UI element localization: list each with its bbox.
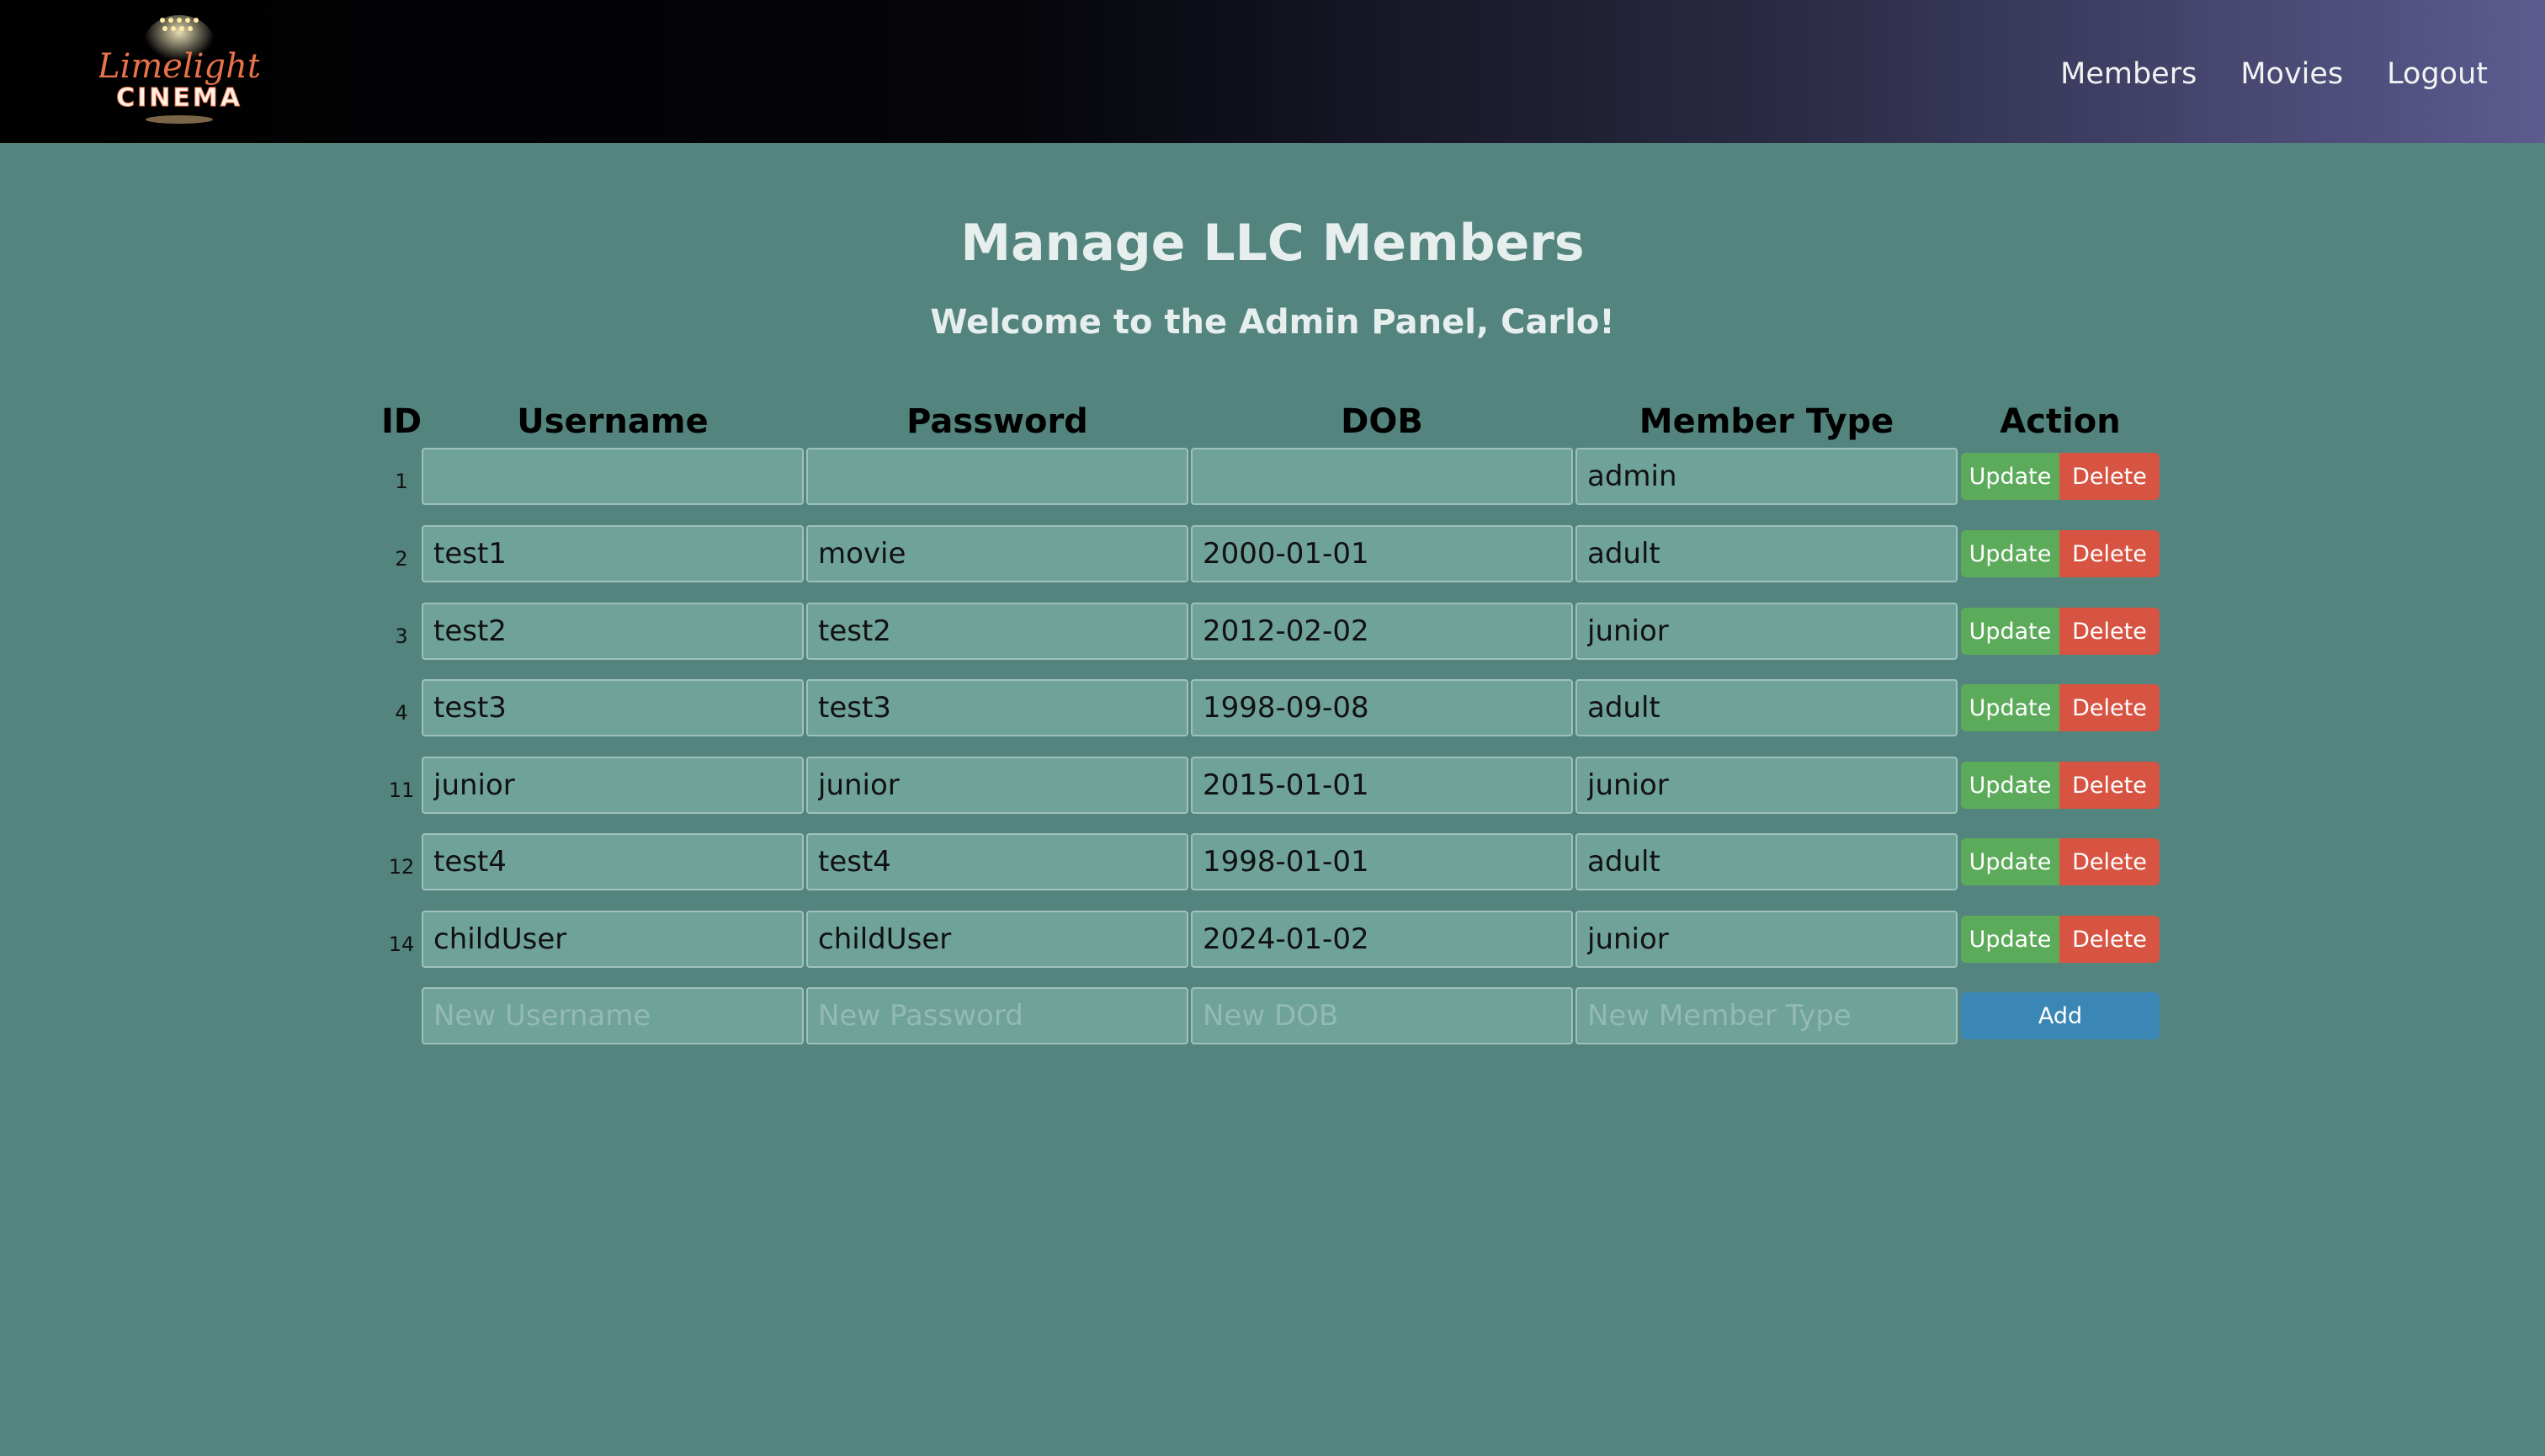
add-member-button[interactable]: Add	[1961, 992, 2160, 1039]
top-header: Limelight CINEMA Members Movies Logout	[0, 0, 2545, 143]
username-input[interactable]	[422, 679, 804, 736]
password-input[interactable]	[806, 448, 1188, 505]
svg-text:CINEMA: CINEMA	[116, 83, 242, 113]
table-row: 3 Update Delete	[0, 603, 2545, 663]
update-button[interactable]: Update	[1961, 838, 2059, 885]
table-row: 4 Update Delete	[0, 679, 2545, 740]
table-row: 1 Update Delete	[0, 448, 2545, 508]
nav-movies-link[interactable]: Movies	[2240, 57, 2343, 91]
header-id: ID	[380, 402, 422, 441]
new-member-type-input[interactable]	[1575, 987, 1958, 1044]
nav-logout-link[interactable]: Logout	[2387, 57, 2488, 91]
new-member-row: Add	[0, 987, 2545, 1048]
password-input[interactable]	[806, 679, 1188, 736]
update-button[interactable]: Update	[1961, 762, 2059, 809]
member-type-input[interactable]	[1575, 911, 1958, 968]
row-id: 14	[388, 933, 415, 956]
username-input[interactable]	[422, 525, 804, 582]
update-button[interactable]: Update	[1961, 684, 2059, 731]
username-input[interactable]	[422, 603, 804, 660]
username-input[interactable]	[422, 757, 804, 814]
username-input[interactable]	[422, 448, 804, 505]
table-row: 12 Update Delete	[0, 833, 2545, 894]
username-input[interactable]	[422, 833, 804, 890]
new-dob-input[interactable]	[1191, 987, 1573, 1044]
header-username: Username	[517, 402, 709, 441]
delete-button[interactable]: Delete	[2059, 684, 2160, 731]
new-password-input[interactable]	[806, 987, 1188, 1044]
member-type-input[interactable]	[1575, 833, 1958, 890]
update-button[interactable]: Update	[1961, 453, 2059, 500]
row-id: 4	[395, 701, 408, 725]
member-type-input[interactable]	[1575, 757, 1958, 814]
dob-input[interactable]	[1191, 757, 1573, 814]
member-type-input[interactable]	[1575, 603, 1958, 660]
delete-button[interactable]: Delete	[2059, 530, 2160, 577]
table-row: 14 Update Delete	[0, 911, 2545, 971]
svg-text:Limelight: Limelight	[99, 47, 259, 86]
table-row: 11 Update Delete	[0, 757, 2545, 817]
password-input[interactable]	[806, 911, 1188, 968]
row-id: 2	[395, 547, 408, 571]
dob-input[interactable]	[1191, 911, 1573, 968]
password-input[interactable]	[806, 603, 1188, 660]
welcome-message: Welcome to the Admin Panel, Carlo!	[930, 303, 1615, 342]
limelight-cinema-logo[interactable]: Limelight CINEMA	[99, 12, 259, 130]
header-dob: DOB	[1341, 402, 1423, 441]
new-username-input[interactable]	[422, 987, 804, 1044]
member-type-input[interactable]	[1575, 525, 1958, 582]
member-type-input[interactable]	[1575, 448, 1958, 505]
row-id: 1	[395, 470, 408, 493]
password-input[interactable]	[806, 525, 1188, 582]
password-input[interactable]	[806, 757, 1188, 814]
dob-input[interactable]	[1191, 525, 1573, 582]
delete-button[interactable]: Delete	[2059, 608, 2160, 655]
dob-input[interactable]	[1191, 448, 1573, 505]
delete-button[interactable]: Delete	[2059, 838, 2160, 885]
password-input[interactable]	[806, 833, 1188, 890]
table-row: 2 Update Delete	[0, 525, 2545, 586]
delete-button[interactable]: Delete	[2059, 762, 2160, 809]
update-button[interactable]: Update	[1961, 530, 2059, 577]
row-id: 3	[395, 624, 408, 648]
nav-members-link[interactable]: Members	[2060, 57, 2197, 91]
username-input[interactable]	[422, 911, 804, 968]
page-title: Manage LLC Members	[960, 214, 1585, 273]
member-type-input[interactable]	[1575, 679, 1958, 736]
dob-input[interactable]	[1191, 679, 1573, 736]
delete-button[interactable]: Delete	[2059, 916, 2160, 963]
row-id: 11	[388, 778, 415, 802]
main-nav: Members Movies Logout	[2060, 0, 2488, 148]
dob-input[interactable]	[1191, 603, 1573, 660]
update-button[interactable]: Update	[1961, 608, 2059, 655]
header-action: Action	[2000, 402, 2121, 441]
header-member-type: Member Type	[1639, 402, 1894, 441]
header-password: Password	[906, 402, 1088, 441]
dob-input[interactable]	[1191, 833, 1573, 890]
delete-button[interactable]: Delete	[2059, 453, 2160, 500]
update-button[interactable]: Update	[1961, 916, 2059, 963]
row-id: 12	[388, 855, 415, 879]
